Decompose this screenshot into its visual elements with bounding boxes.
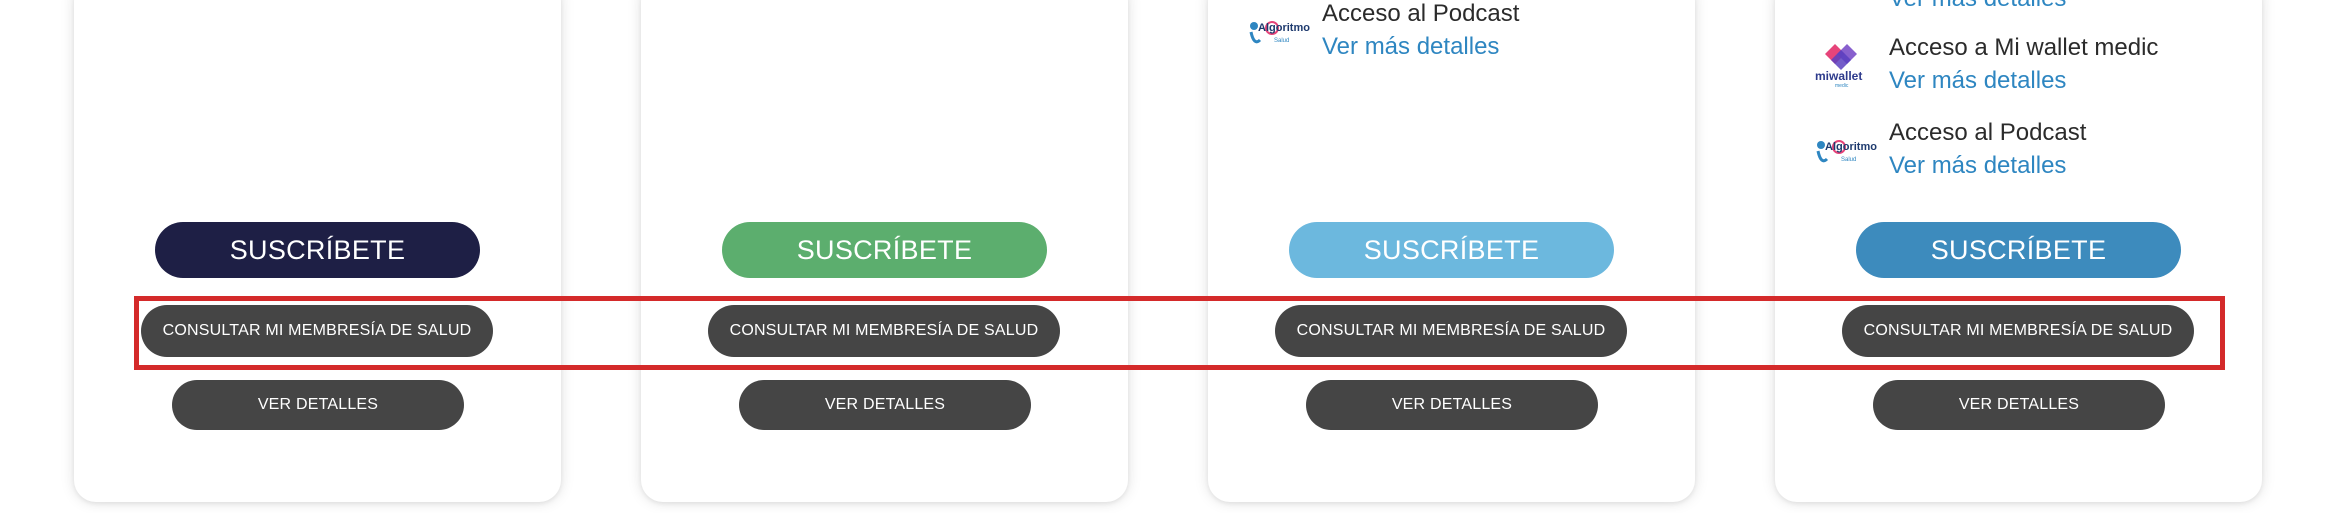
feature-podcast: Algoritmo Salud Acceso al Podcast Ver má… bbox=[1811, 119, 2251, 179]
feature-details-link[interactable]: Ver más detalles bbox=[1889, 152, 2066, 180]
plan-card-1: SUSCRÍBETE CONSULTAR MI MEMBRESÍA DE SAL… bbox=[74, 0, 561, 502]
svg-text:Salud: Salud bbox=[1841, 157, 1856, 163]
svg-text:miwallet: miwallet bbox=[1815, 69, 1862, 83]
feature-wallet: miwallet medic Acceso a Mi wallet medic … bbox=[1811, 34, 2251, 94]
feature-details-link[interactable]: Ver más detalles bbox=[1889, 0, 2066, 13]
plan-card-3: Algoritmo Salud Acceso al Podcast Ver má… bbox=[1208, 0, 1695, 502]
miwallet-logo-icon: miwallet medic bbox=[1815, 44, 1862, 88]
plan-card-2: SUSCRÍBETE CONSULTAR MI MEMBRESÍA DE SAL… bbox=[641, 0, 1128, 502]
view-details-button[interactable]: VER DETALLES bbox=[739, 380, 1031, 430]
algoritmo-logo-icon: Algoritmo Salud bbox=[1816, 140, 1877, 163]
feature-title: Acceso al Podcast bbox=[1322, 0, 1520, 27]
feature-title: Acceso a Mi wallet medic bbox=[1889, 34, 2159, 61]
consult-membership-button[interactable]: CONSULTAR MI MEMBRESÍA DE SALUD bbox=[708, 305, 1060, 357]
plan-card-4: Ver más detalles miwallet medic Acceso a… bbox=[1775, 0, 2262, 502]
feature-podcast: Algoritmo Salud Acceso al Podcast Ver má… bbox=[1244, 0, 1684, 60]
algoritmo-logo-icon: Algoritmo Salud bbox=[1249, 21, 1310, 44]
svg-text:Algoritmo: Algoritmo bbox=[1258, 22, 1310, 34]
svg-text:Algoritmo: Algoritmo bbox=[1825, 141, 1877, 153]
consult-membership-button[interactable]: CONSULTAR MI MEMBRESÍA DE SALUD bbox=[1842, 305, 2194, 357]
view-details-button[interactable]: VER DETALLES bbox=[172, 380, 464, 430]
subscribe-button[interactable]: SUSCRÍBETE bbox=[722, 222, 1047, 278]
subscribe-button[interactable]: SUSCRÍBETE bbox=[1856, 222, 2181, 278]
svg-text:medic: medic bbox=[1835, 83, 1849, 88]
subscribe-button[interactable]: SUSCRÍBETE bbox=[1289, 222, 1614, 278]
consult-membership-button[interactable]: CONSULTAR MI MEMBRESÍA DE SALUD bbox=[1275, 305, 1627, 357]
feature-partial: Ver más detalles bbox=[1811, 0, 2251, 20]
feature-title: Acceso al Podcast bbox=[1889, 119, 2087, 146]
svg-text:Salud: Salud bbox=[1274, 38, 1289, 44]
feature-details-link[interactable]: Ver más detalles bbox=[1322, 33, 1499, 61]
feature-details-link[interactable]: Ver más detalles bbox=[1889, 67, 2066, 95]
view-details-button[interactable]: VER DETALLES bbox=[1873, 380, 2165, 430]
consult-membership-button[interactable]: CONSULTAR MI MEMBRESÍA DE SALUD bbox=[141, 305, 493, 357]
view-details-button[interactable]: VER DETALLES bbox=[1306, 380, 1598, 430]
subscribe-button[interactable]: SUSCRÍBETE bbox=[155, 222, 480, 278]
